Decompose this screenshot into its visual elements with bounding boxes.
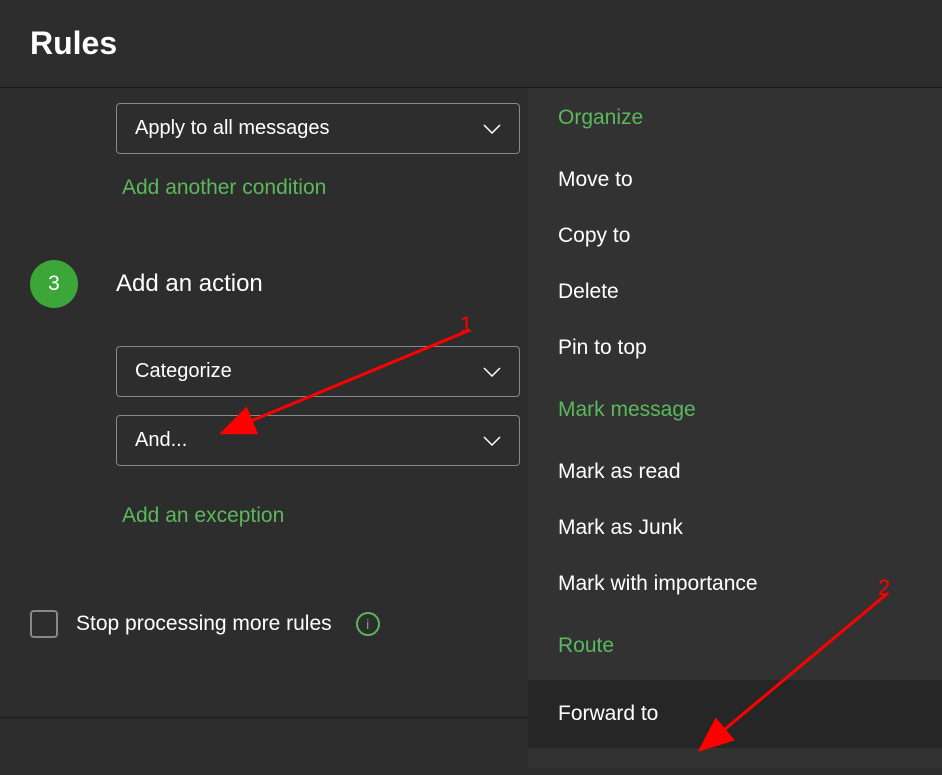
info-icon[interactable]: i	[356, 612, 380, 636]
action-section-title: Add an action	[116, 270, 263, 298]
action-menu-popover: Organize Move to Copy to Delete Pin to t…	[528, 88, 942, 768]
menu-item-copy-to[interactable]: Copy to	[558, 208, 942, 264]
action-dropdown-and-value: And...	[135, 429, 187, 452]
step-number-badge: 3	[30, 260, 78, 308]
page-header: Rules	[0, 0, 942, 88]
chevron-down-icon	[483, 367, 501, 377]
menu-item-pin-to-top[interactable]: Pin to top	[558, 320, 942, 376]
condition-dropdown[interactable]: Apply to all messages	[116, 103, 520, 154]
menu-item-mark-read[interactable]: Mark as read	[558, 444, 942, 500]
action-dropdown-and[interactable]: And...	[116, 415, 520, 466]
divider	[0, 717, 528, 718]
menu-item-mark-junk[interactable]: Mark as Junk	[558, 500, 942, 556]
menu-item-forward-to[interactable]: Forward to	[528, 680, 942, 748]
add-exception-link[interactable]: Add an exception	[122, 504, 284, 528]
rules-config-panel: Apply to all messages Add another condit…	[0, 88, 528, 768]
action-dropdown-categorize[interactable]: Categorize	[116, 346, 520, 397]
action-dropdown-categorize-value: Categorize	[135, 360, 232, 383]
menu-item-delete[interactable]: Delete	[558, 264, 942, 320]
menu-item-move-to[interactable]: Move to	[558, 152, 942, 208]
stop-processing-label: Stop processing more rules	[76, 612, 332, 636]
stop-processing-checkbox[interactable]	[30, 610, 58, 638]
condition-dropdown-value: Apply to all messages	[135, 117, 330, 140]
menu-section-route: Route	[558, 634, 942, 658]
menu-item-mark-importance[interactable]: Mark with importance	[558, 556, 942, 612]
menu-section-organize: Organize	[558, 106, 942, 130]
step-number-value: 3	[48, 272, 60, 296]
add-condition-link[interactable]: Add another condition	[122, 176, 326, 200]
menu-section-mark: Mark message	[558, 398, 942, 422]
chevron-down-icon	[483, 436, 501, 446]
page-title: Rules	[30, 25, 912, 62]
chevron-down-icon	[483, 124, 501, 134]
